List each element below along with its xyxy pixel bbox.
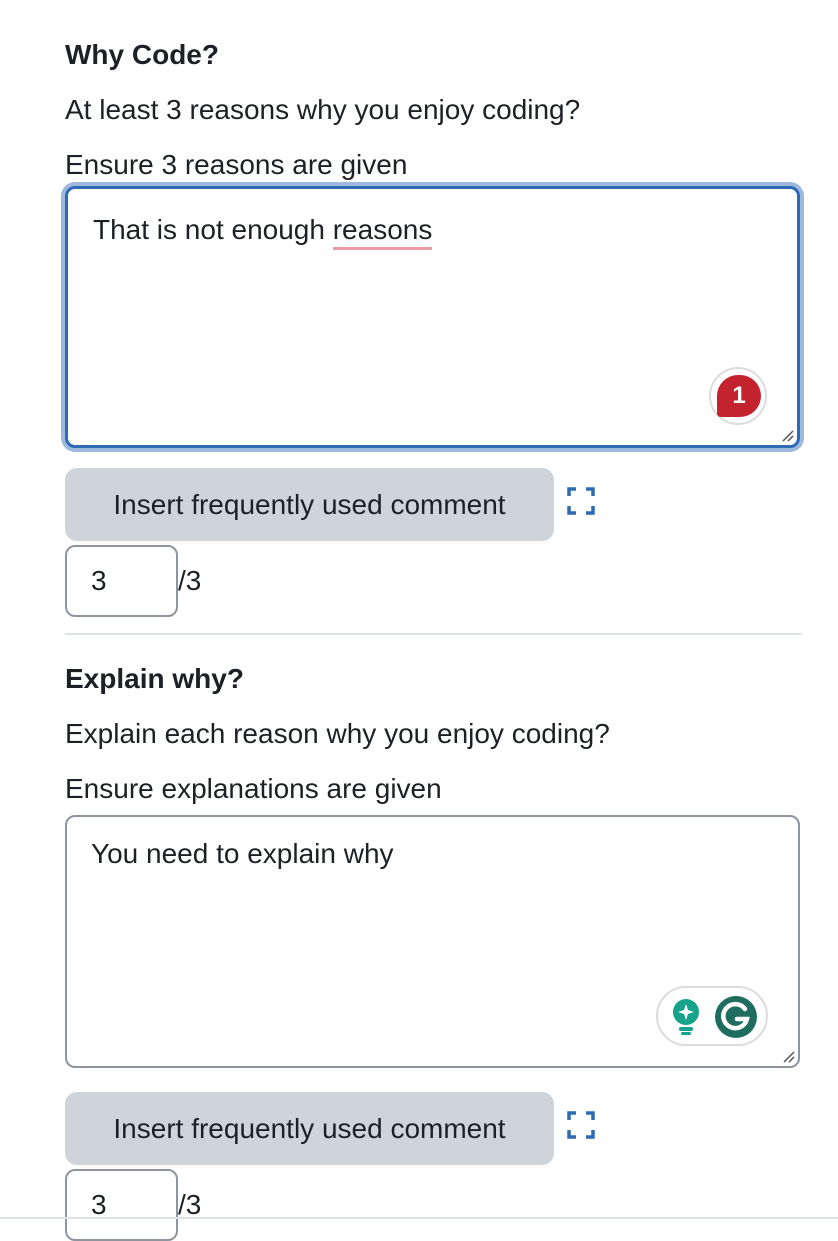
question-1-insert-comment-button[interactable]: Insert frequently used comment [65, 468, 554, 541]
question-2-comment-text: You need to explain why [91, 838, 394, 869]
question-2-comment-textarea[interactable]: You need to explain why [65, 815, 800, 1068]
grammarly-issue-badge[interactable]: 1 [709, 367, 767, 425]
footer-divider [0, 1217, 838, 1219]
section-divider [65, 633, 802, 635]
question-1-prompt-wrap: At least 3 reasons why you enjoy coding? [65, 93, 802, 127]
resize-handle-icon[interactable] [779, 427, 795, 443]
question-2-guidance-wrap: Ensure explanations are given [65, 772, 802, 806]
question-1-comment-textarea[interactable]: That is not enough reasons 1 [65, 186, 800, 448]
expand-icon[interactable] [567, 1111, 595, 1139]
question-2-prompt-wrap: Explain each reason why you enjoy coding… [65, 717, 802, 751]
question-2-title: Explain why? [65, 663, 244, 694]
question-1-title: Why Code? [65, 39, 219, 70]
grammarly-issue-count: 1 [717, 375, 761, 417]
question-1-header: Why Code? [65, 38, 802, 72]
expand-icon[interactable] [567, 487, 595, 515]
question-2-header: Explain why? [65, 662, 802, 696]
question-2-insert-comment-button[interactable]: Insert frequently used comment [65, 1092, 554, 1165]
question-2-prompt: Explain each reason why you enjoy coding… [65, 718, 610, 749]
question-1-guidance: Ensure 3 reasons are given [65, 149, 408, 180]
question-1-flagged-word: reasons [332, 214, 433, 250]
grammarly-logo-icon[interactable] [714, 995, 758, 1039]
question-2-guidance: Ensure explanations are given [65, 773, 442, 804]
resize-handle-icon[interactable] [780, 1048, 796, 1064]
grammarly-toolbar [656, 986, 768, 1046]
question-1-score-max: /3 [178, 565, 202, 596]
question-1-comment-text: That is not enough reasons [93, 213, 433, 250]
question-1-comment-prefix: That is not enough [93, 214, 333, 245]
grammarly-lightbulb-icon[interactable] [668, 998, 704, 1036]
question-2-score-max: /3 [178, 1189, 202, 1220]
question-2-score-input[interactable]: 3 [65, 1169, 178, 1241]
question-1-guidance-wrap: Ensure 3 reasons are given [65, 148, 802, 182]
question-1-prompt: At least 3 reasons why you enjoy coding? [65, 94, 581, 125]
question-1-score-input[interactable]: 3 [65, 545, 178, 617]
